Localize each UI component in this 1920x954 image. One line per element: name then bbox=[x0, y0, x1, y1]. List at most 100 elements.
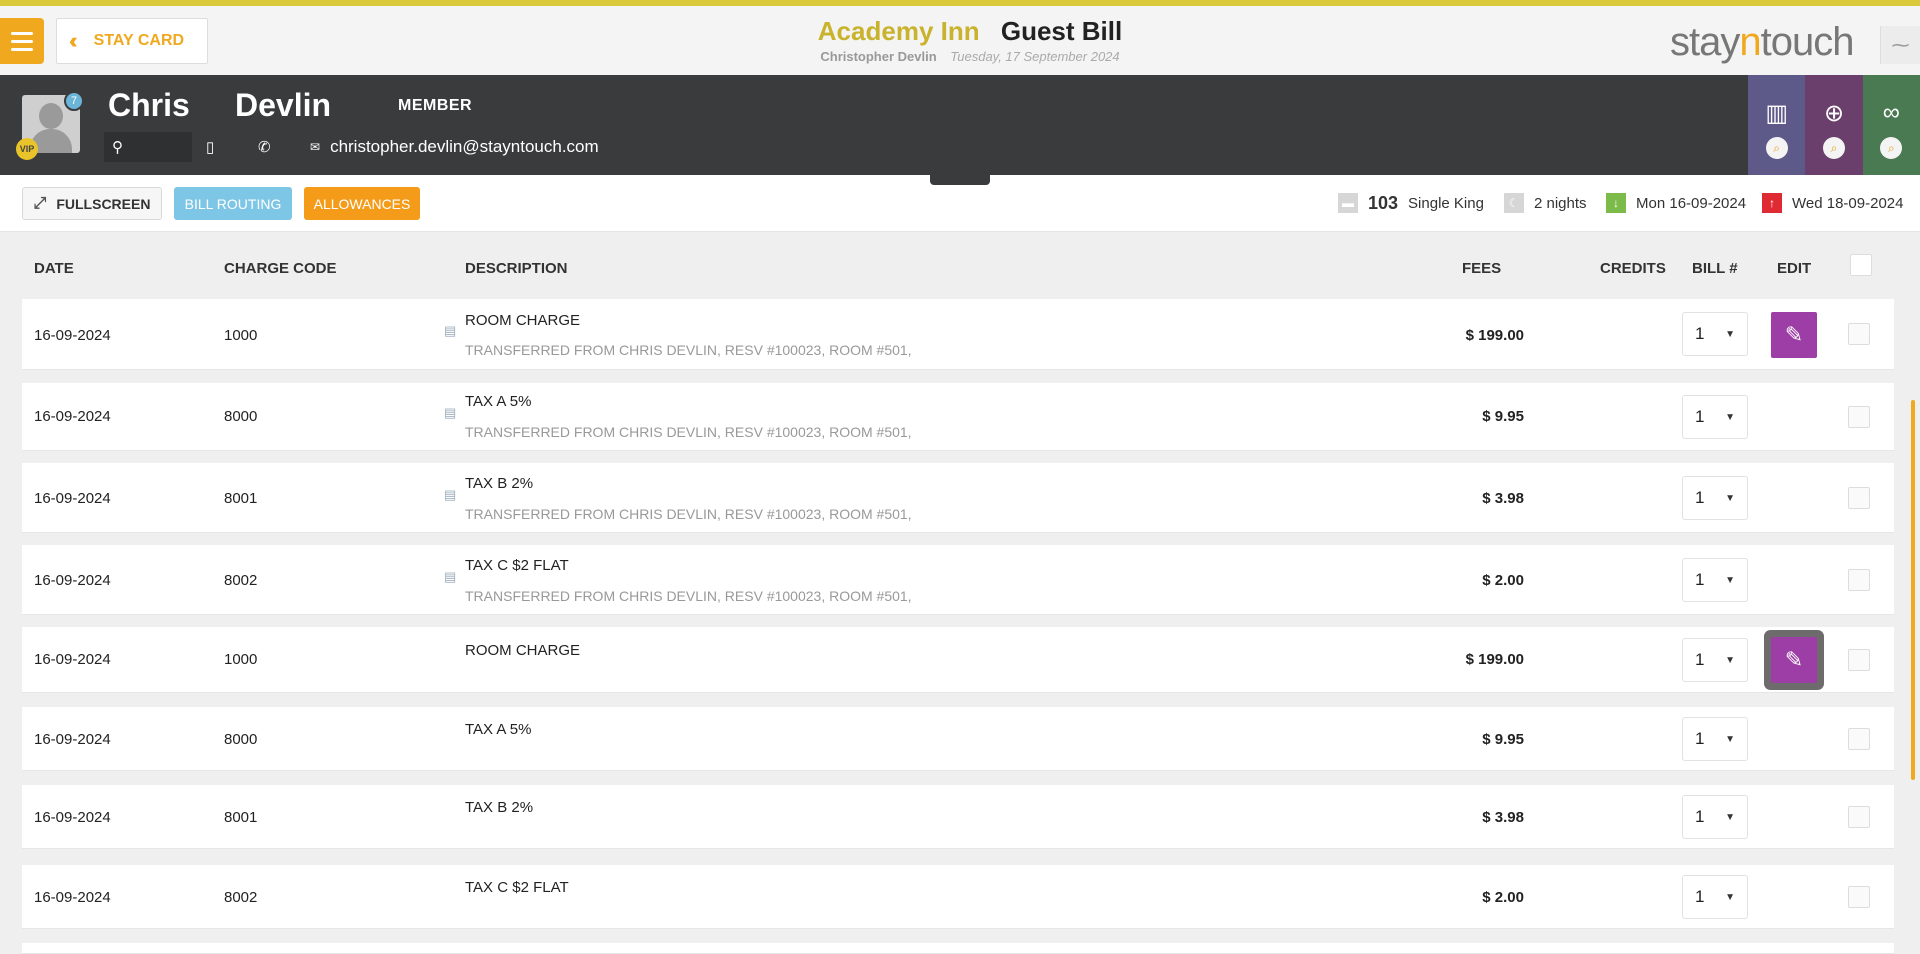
room-number: 103 bbox=[1368, 192, 1399, 213]
room-info: ▬ 103 Single King bbox=[1338, 189, 1484, 217]
expand-icon: ⤢ bbox=[33, 194, 47, 212]
document-icon[interactable]: ▤ bbox=[444, 405, 456, 421]
bill-number-select[interactable]: 1 ▼ bbox=[1682, 795, 1748, 839]
arrival-info: ↓ Mon 16-09-2024 bbox=[1606, 189, 1746, 217]
table-row: 16-09-2024 8000 TAX A 5% $ 9.95 1 ▼ bbox=[22, 707, 1894, 771]
col-credits: CREDITS bbox=[1600, 260, 1666, 277]
arrival-date: Mon 16-09-2024 bbox=[1636, 194, 1747, 212]
col-charge-code: CHARGE CODE bbox=[224, 260, 337, 277]
bed-icon: ▬ bbox=[1338, 193, 1358, 213]
row-checkbox[interactable] bbox=[1848, 487, 1870, 509]
page-title-block: Academy Inn Guest Bill Christopher Devli… bbox=[760, 16, 1180, 64]
room-panel[interactable]: ▥ ⌕ bbox=[1748, 75, 1806, 175]
caret-down-icon: ▼ bbox=[1725, 811, 1735, 823]
edit-button[interactable]: ✎ bbox=[1771, 637, 1817, 683]
document-icon[interactable]: ▤ bbox=[444, 487, 456, 503]
web-panel[interactable]: ⊕ ⌕ bbox=[1805, 75, 1863, 175]
menu-button[interactable] bbox=[0, 18, 44, 64]
email-field[interactable]: ✉ christopher.devlin@stayntouch.com bbox=[310, 132, 599, 162]
col-edit: EDIT bbox=[1777, 260, 1812, 277]
envelope-icon: ✉ bbox=[310, 140, 321, 154]
hotel-name: Academy Inn bbox=[817, 16, 980, 46]
caret-down-icon: ▼ bbox=[1725, 328, 1735, 340]
bill-number-select[interactable]: 1 ▼ bbox=[1682, 395, 1748, 439]
search-icon: ⌕ bbox=[1765, 137, 1788, 159]
departure-info: ↑ Wed 18-09-2024 bbox=[1762, 189, 1903, 217]
col-fees: FEES bbox=[1462, 260, 1502, 277]
caret-down-icon: ▼ bbox=[1725, 574, 1735, 586]
bill-number-select[interactable]: 1 ▼ bbox=[1682, 638, 1748, 682]
nights-count: 2 nights bbox=[1534, 194, 1587, 212]
group-panel[interactable]: ∞ ⌕ bbox=[1862, 75, 1920, 175]
caret-down-icon: ▼ bbox=[1725, 733, 1735, 745]
email-value: christopher.devlin@stayntouch.com bbox=[330, 137, 599, 156]
mobile-icon: ▯ bbox=[206, 139, 215, 156]
caret-down-icon: ▼ bbox=[1725, 891, 1735, 903]
fullscreen-button[interactable]: ⤢ FULLSCREEN bbox=[22, 187, 162, 220]
pencil-icon: ✎ bbox=[1784, 647, 1804, 672]
row-checkbox[interactable] bbox=[1848, 649, 1870, 671]
location-field[interactable]: ⚲ bbox=[104, 132, 192, 162]
stayntouch-logo: stayntouch bbox=[1670, 20, 1854, 64]
row-checkbox[interactable] bbox=[1848, 406, 1870, 428]
caret-down-icon: ▼ bbox=[1725, 654, 1735, 666]
table-row: 16-09-2024 8002 ▤ TAX C $2 FLAT TRANSFER… bbox=[22, 545, 1894, 615]
page-title: Guest Bill bbox=[1000, 16, 1123, 46]
guest-first-name[interactable]: Chris bbox=[108, 87, 190, 124]
pencil-icon: ✎ bbox=[1784, 322, 1804, 347]
row-checkbox[interactable] bbox=[1848, 323, 1870, 345]
search-icon: ⌕ bbox=[1822, 137, 1845, 159]
row-checkbox[interactable] bbox=[1848, 806, 1870, 828]
select-all-checkbox[interactable] bbox=[1850, 254, 1872, 276]
vip-badge: VIP bbox=[16, 138, 38, 160]
row-checkbox[interactable] bbox=[1848, 728, 1870, 750]
row-checkbox[interactable] bbox=[1848, 569, 1870, 591]
member-status: MEMBER bbox=[398, 97, 473, 114]
departure-date: Wed 18-09-2024 bbox=[1792, 194, 1904, 212]
table-row: 16-09-2024 8001 TAX B 2% $ 3.98 1 ▼ bbox=[22, 785, 1894, 849]
guest-last-name[interactable]: Devlin bbox=[235, 87, 331, 124]
table-row: 16-09-2024 8002 TAX C $2 FLAT $ 2.00 1 ▼ bbox=[22, 865, 1894, 929]
header-pull-tab[interactable] bbox=[930, 175, 990, 185]
map-pin-icon: ⚲ bbox=[112, 139, 123, 156]
double-chevron-left-icon: ‹‹ bbox=[69, 28, 77, 53]
col-description: DESCRIPTION bbox=[465, 260, 568, 277]
document-icon[interactable]: ▤ bbox=[444, 569, 456, 585]
business-date: Tuesday, 17 September 2024 bbox=[950, 49, 1120, 64]
search-icon: ⌕ bbox=[1880, 137, 1903, 159]
phone-field[interactable]: ✆ bbox=[258, 132, 271, 162]
col-date: DATE bbox=[34, 260, 74, 277]
bill-number-select[interactable]: 1 ▼ bbox=[1682, 558, 1748, 602]
table-header: DATE CHARGE CODE DESCRIPTION FEES CREDIT… bbox=[22, 254, 1894, 284]
building-icon: ▥ bbox=[1765, 100, 1788, 127]
guest-full-name: Christopher Devlin bbox=[820, 49, 937, 64]
edit-button[interactable]: ✎ bbox=[1771, 312, 1817, 358]
stay-card-button[interactable]: ‹‹ STAY CARD bbox=[56, 18, 208, 64]
table-row: 16-09-2024 8001 ▤ TAX B 2% TRANSFERRED F… bbox=[22, 463, 1894, 533]
col-bill: BILL # bbox=[1692, 260, 1738, 277]
bill-number-select[interactable]: 1 ▼ bbox=[1682, 312, 1748, 356]
moon-icon: ☾ bbox=[1504, 193, 1524, 213]
row-checkbox[interactable] bbox=[1848, 886, 1870, 908]
globe-icon: ⊕ bbox=[1823, 100, 1845, 127]
top-bar: ‹‹ STAY CARD Academy Inn Guest Bill Chri… bbox=[0, 0, 1920, 75]
document-icon[interactable]: ▤ bbox=[444, 323, 456, 339]
scrollbar[interactable] bbox=[1911, 400, 1915, 780]
bill-number-select[interactable]: 1 ▼ bbox=[1682, 717, 1748, 761]
guest-header: 7 VIP Chris Devlin MEMBER ⚲ ▯ ✆ ✉ christ… bbox=[0, 75, 1920, 175]
bill-number-select[interactable]: 1 ▼ bbox=[1682, 476, 1748, 520]
table-row: 16-09-2024 8000 ▤ TAX A 5% TRANSFERRED F… bbox=[22, 383, 1894, 451]
room-type: Single King bbox=[1408, 194, 1484, 212]
mobile-field[interactable]: ▯ bbox=[206, 132, 214, 162]
nights-info: ☾ 2 nights bbox=[1504, 189, 1587, 217]
notification-badge[interactable]: 7 bbox=[64, 91, 84, 111]
phone-icon: ✆ bbox=[258, 139, 271, 156]
bill-routing-button[interactable]: BILL ROUTING bbox=[174, 187, 292, 220]
allowances-button[interactable]: ALLOWANCES bbox=[304, 187, 420, 220]
side-panels: ▥ ⌕ ⊕ ⌕ ∞ ⌕ bbox=[1748, 75, 1920, 175]
table-row: 16-09-2024 1000 ▤ ROOM CHARGE TRANSFERRE… bbox=[22, 299, 1894, 370]
caret-down-icon: ▼ bbox=[1725, 411, 1735, 423]
bill-number-select[interactable]: 1 ▼ bbox=[1682, 875, 1748, 919]
activity-icon[interactable]: ⁓ bbox=[1880, 26, 1920, 64]
arrow-up-icon: ↑ bbox=[1762, 193, 1782, 213]
